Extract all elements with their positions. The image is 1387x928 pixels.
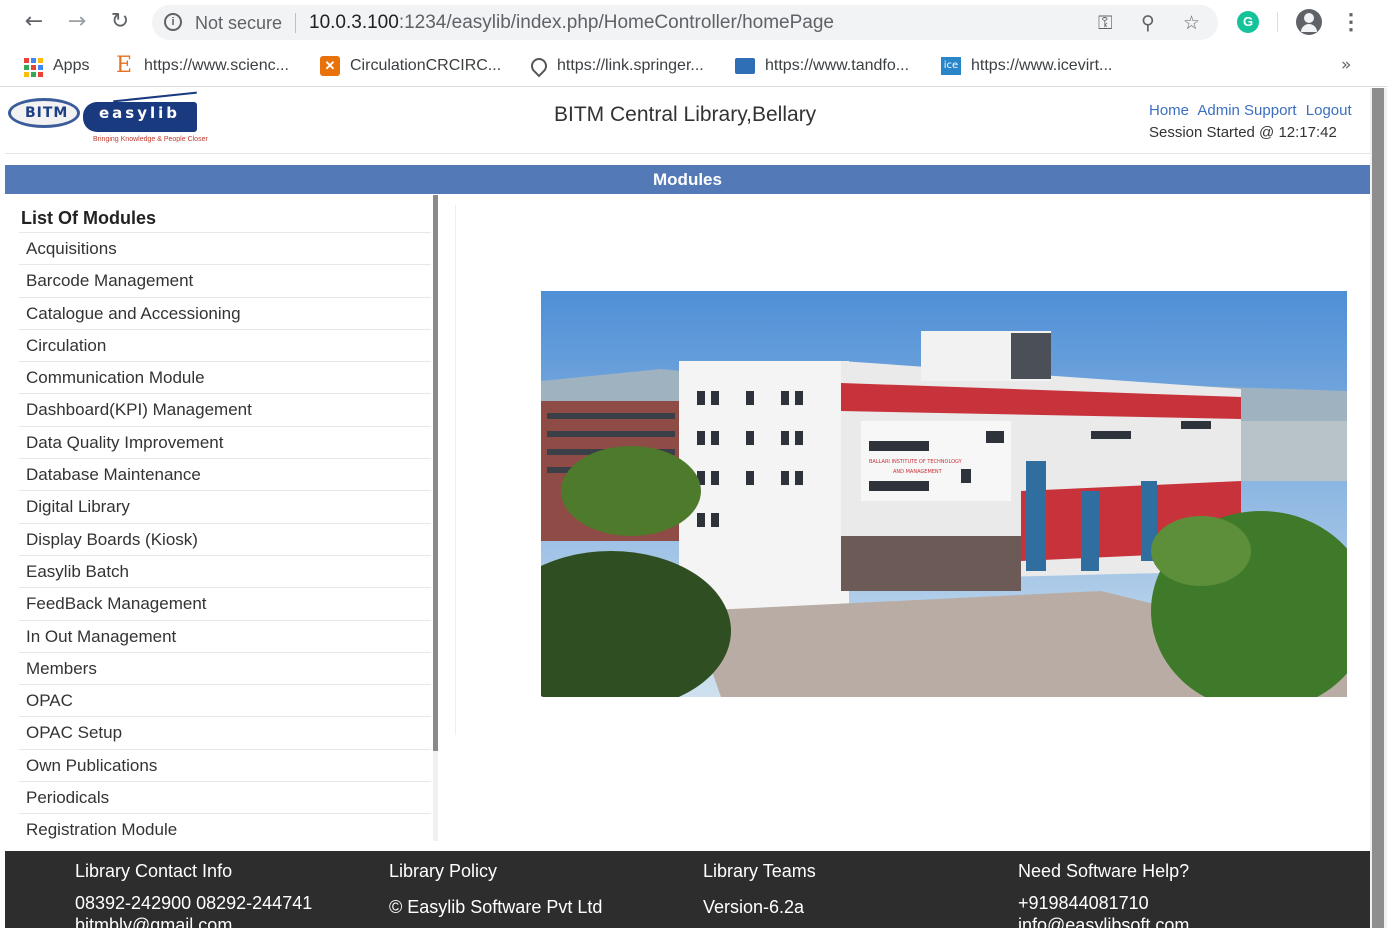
footer-teams-heading[interactable]: Library Teams xyxy=(703,861,816,882)
campus-building-photo: BALLARI INSTITUTE OF TECHNOLOGY AND MANA… xyxy=(541,291,1347,697)
bookmark-label: https://www.scienc... xyxy=(144,57,289,74)
footer-help-phone: +919844081710 xyxy=(1018,893,1149,913)
modules-header-bar: Modules xyxy=(5,165,1370,194)
modules-sidebar: List Of Modules Acquisitions Barcode Man… xyxy=(5,195,438,841)
module-item-acquisitions[interactable]: Acquisitions xyxy=(19,232,431,264)
session-info: Session Started @ 12:17:42 xyxy=(1149,124,1337,141)
sidebar-scrollbar-thumb[interactable] xyxy=(433,195,438,751)
module-item-communication[interactable]: Communication Module xyxy=(19,361,431,393)
menu-icon[interactable]: ⋮ xyxy=(1340,9,1362,35)
page-title: BITM Central Library,Bellary xyxy=(554,103,817,126)
modules-list: Acquisitions Barcode Management Catalogu… xyxy=(19,232,431,841)
module-item-own-publications[interactable]: Own Publications xyxy=(19,748,431,781)
bookmark-springer[interactable]: https://link.springer... xyxy=(527,54,704,78)
home-link[interactable]: Home xyxy=(1149,102,1189,119)
bookmark-label: https://www.icevirt... xyxy=(971,57,1113,74)
springer-icon xyxy=(527,54,551,78)
bitm-logo: BITM xyxy=(8,98,80,128)
module-item-database-maintenance[interactable]: Database Maintenance xyxy=(19,458,431,490)
footer-policy-heading[interactable]: Library Policy xyxy=(389,861,602,882)
grammarly-icon[interactable]: G xyxy=(1237,11,1259,33)
module-item-display-boards[interactable]: Display Boards (Kiosk) xyxy=(19,522,431,555)
svg-text:BALLARI INSTITUTE OF TECHNOLOG: BALLARI INSTITUTE OF TECHNOLOGY xyxy=(869,459,963,465)
footer-contact-phone: 08392-242900 08292-244741 xyxy=(75,893,313,913)
bookmark-sciencedirect[interactable]: E https://www.scienc... xyxy=(114,54,289,78)
footer-contact: Library Contact Info 08392-242900 08292-… xyxy=(75,861,312,928)
module-item-barcode-management[interactable]: Barcode Management xyxy=(19,264,431,296)
module-item-digital-library[interactable]: Digital Library xyxy=(19,490,431,522)
sidebar-heading: List Of Modules xyxy=(21,208,156,228)
star-icon[interactable]: ☆ xyxy=(1183,12,1200,34)
content-divider xyxy=(455,205,456,735)
footer-contact-heading: Library Contact Info xyxy=(75,861,233,881)
module-item-easylib-batch[interactable]: Easylib Batch xyxy=(19,554,431,587)
bookmark-label: Apps xyxy=(53,57,90,74)
module-item-opac[interactable]: OPAC xyxy=(19,684,431,716)
bookmark-circulation[interactable]: ✕ CirculationCRCIRC... xyxy=(320,54,501,78)
module-item-registration[interactable]: Registration Module xyxy=(19,813,431,841)
bookmarks-more-icon[interactable]: » xyxy=(1341,55,1351,75)
easylib-logo: easylib Bringing Knowledge & People Clos… xyxy=(83,91,208,146)
footer-copyright: © Easylib Software Pvt Ltd xyxy=(389,897,603,917)
apps-grid-icon xyxy=(23,56,43,77)
bookmark-label: https://www.tandfo... xyxy=(765,57,910,74)
footer-help: Need Software Help? +919844081710 info@e… xyxy=(1018,861,1189,928)
bookmark-tandf[interactable]: https://www.tandfo... xyxy=(735,54,909,78)
zoom-icon[interactable]: ⚲ xyxy=(1141,12,1155,34)
admin-support-link[interactable]: Admin Support xyxy=(1197,102,1296,119)
forward-icon[interactable]: → xyxy=(63,8,91,36)
page-scrollbar-thumb[interactable] xyxy=(1372,88,1384,928)
orange-x-icon: ✕ xyxy=(320,56,340,76)
divider xyxy=(295,13,296,33)
module-item-members[interactable]: Members xyxy=(19,651,431,684)
footer-help-email[interactable]: info@easylibsoft.com xyxy=(1018,914,1189,928)
footer-policy: Library Policy © Easylib Software Pvt Lt… xyxy=(389,861,602,918)
address-bar[interactable]: i Not secure 10.0.3.100:1234/easylib/ind… xyxy=(152,5,1218,40)
svg-text:AND MANAGEMENT: AND MANAGEMENT xyxy=(893,469,943,475)
module-item-data-quality[interactable]: Data Quality Improvement xyxy=(19,425,431,458)
footer-version: Version-6.2a xyxy=(703,897,805,917)
module-item-circulation[interactable]: Circulation xyxy=(19,328,431,361)
app-header: BITM easylib Bringing Knowledge & People… xyxy=(5,88,1370,154)
footer: Library Contact Info 08392-242900 08292-… xyxy=(5,851,1370,928)
bookmark-icevirtual[interactable]: ice https://www.icevirt... xyxy=(941,54,1112,78)
module-item-opac-setup[interactable]: OPAC Setup xyxy=(19,716,431,748)
profile-icon[interactable] xyxy=(1296,9,1322,35)
back-icon[interactable]: ← xyxy=(20,8,48,36)
ice-icon: ice xyxy=(941,57,961,75)
module-item-in-out[interactable]: In Out Management xyxy=(19,619,431,652)
tandf-icon xyxy=(735,58,755,74)
header-links: Home Admin Support Logout xyxy=(1149,102,1357,119)
url-text[interactable]: 10.0.3.100:1234/easylib/index.php/HomeCo… xyxy=(309,12,834,34)
module-item-feedback[interactable]: FeedBack Management xyxy=(19,587,431,619)
footer-contact-email[interactable]: bitmbly@gmail.com xyxy=(75,914,312,928)
elsevier-icon: E xyxy=(115,53,133,78)
bookmark-label: https://link.springer... xyxy=(557,57,704,74)
bookmark-label: CirculationCRCIRC... xyxy=(350,57,502,74)
bookmarks-bar: Apps E https://www.scienc... ✕ Circulati… xyxy=(0,45,1387,87)
info-icon[interactable]: i xyxy=(164,13,182,31)
logout-link[interactable]: Logout xyxy=(1306,102,1352,119)
key-icon[interactable]: ⚿ xyxy=(1098,12,1112,34)
module-item-catalogue[interactable]: Catalogue and Accessioning xyxy=(19,296,431,329)
module-item-periodicals[interactable]: Periodicals xyxy=(19,781,431,813)
divider xyxy=(1277,12,1278,32)
module-item-dashboard[interactable]: Dashboard(KPI) Management xyxy=(19,393,431,425)
security-label[interactable]: Not secure xyxy=(195,13,282,34)
reload-icon[interactable]: ↻ xyxy=(106,8,134,36)
browser-toolbar: ← → ↻ i Not secure 10.0.3.100:1234/easyl… xyxy=(0,0,1387,45)
bookmark-apps[interactable]: Apps xyxy=(23,54,89,78)
footer-help-heading: Need Software Help? xyxy=(1018,861,1190,881)
footer-teams: Library Teams Version-6.2a xyxy=(703,861,816,918)
